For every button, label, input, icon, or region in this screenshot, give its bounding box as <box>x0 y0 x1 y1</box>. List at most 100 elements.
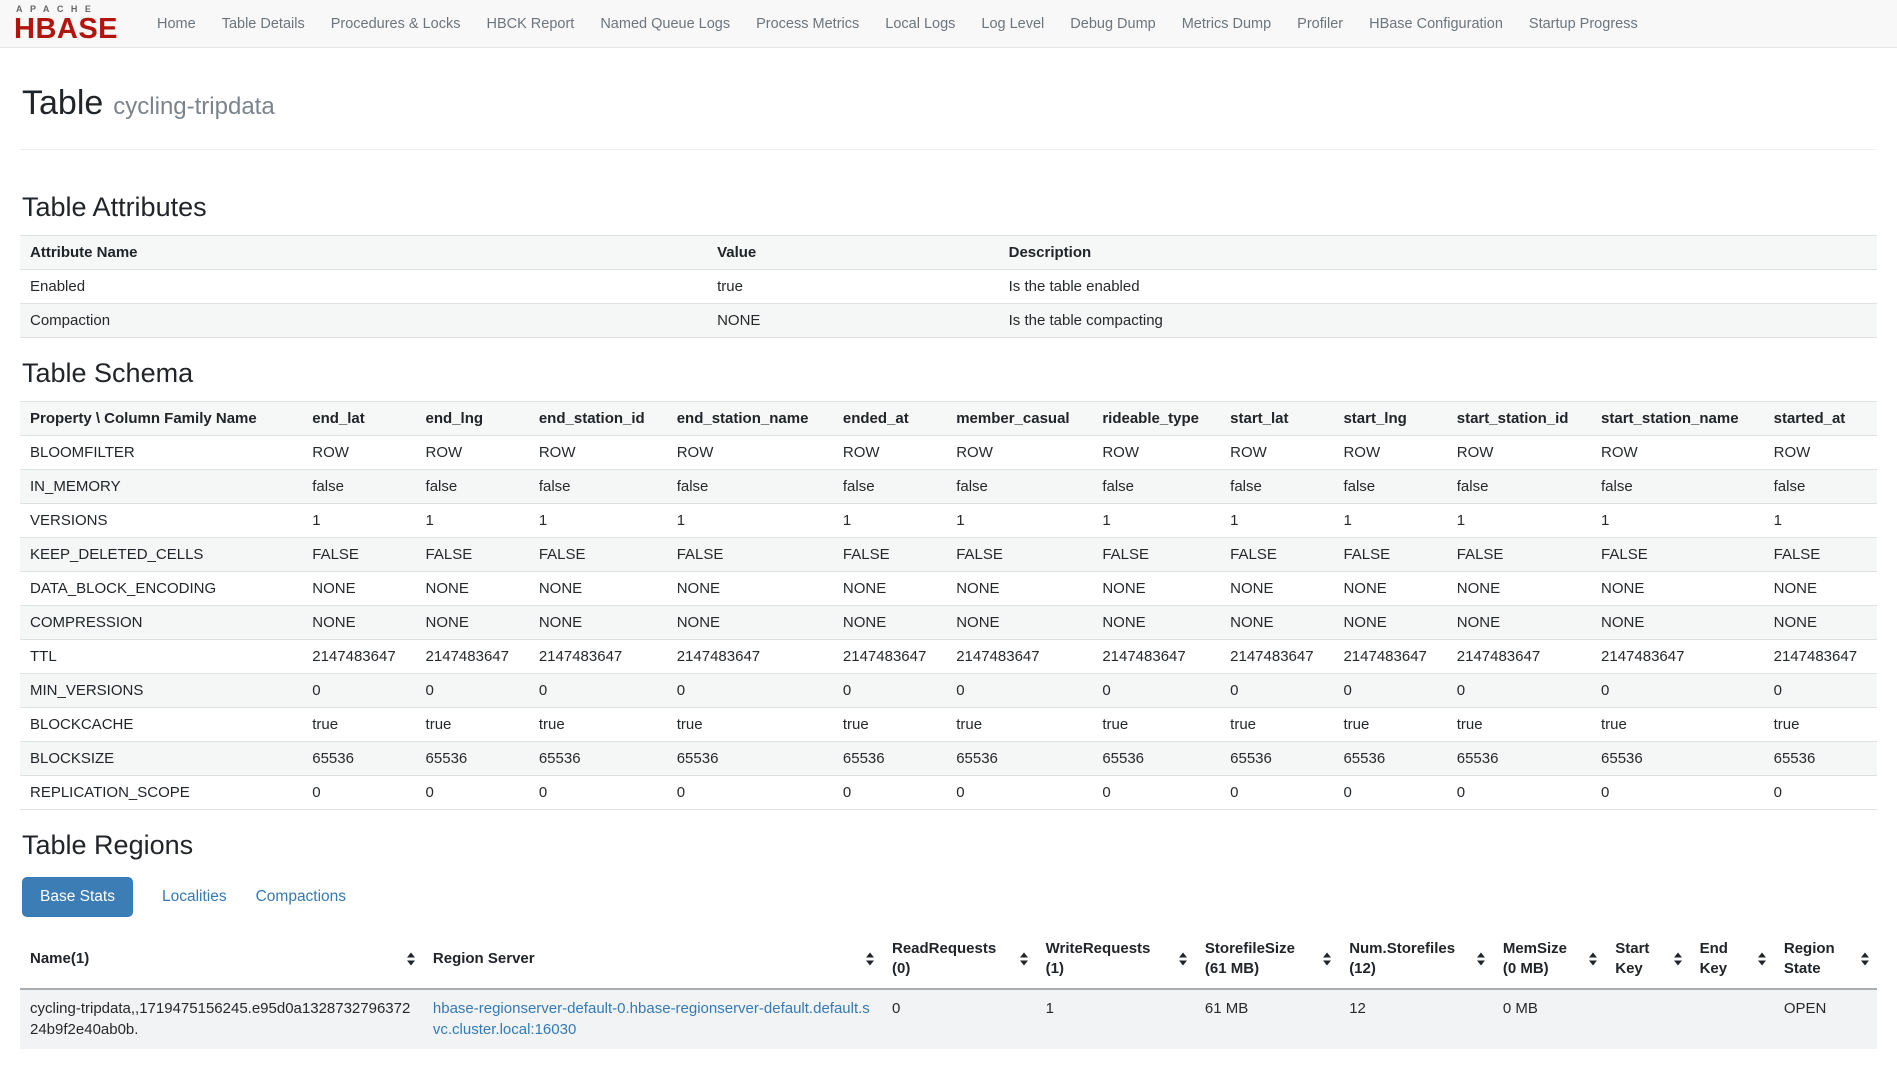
regions-cell-region-server: hbase-regionserver-default-0.hbase-regio… <box>423 989 882 1050</box>
regions-col-label: Name(1) <box>30 950 89 967</box>
regions-col-readrequests-0[interactable]: ReadRequests (0) <box>882 931 1036 989</box>
schema-value-cell: NONE <box>833 606 946 640</box>
regions-col-memsize-0-mb[interactable]: MemSize (0 MB) <box>1493 931 1605 989</box>
schema-value-cell: 65536 <box>416 742 529 776</box>
schema-value-cell: NONE <box>529 606 667 640</box>
sort-up-arrow <box>1179 953 1187 958</box>
regions-col-writerequests-1[interactable]: WriteRequests (1) <box>1036 931 1195 989</box>
nav-item-local-logs[interactable]: Local Logs <box>872 16 968 32</box>
sort-down-arrow <box>1020 961 1028 966</box>
nav-item-hbck-report[interactable]: HBCK Report <box>473 16 587 32</box>
sort-up-arrow <box>1589 953 1597 958</box>
nav-item-log-level[interactable]: Log Level <box>968 16 1057 32</box>
schema-value-cell: ROW <box>946 436 1092 470</box>
schema-value-cell: 2147483647 <box>667 640 833 674</box>
attr-name-cell: Enabled <box>20 270 707 304</box>
schema-value-cell: 0 <box>1447 776 1591 810</box>
schema-value-cell: 0 <box>416 674 529 708</box>
nav-item-process-metrics[interactable]: Process Metrics <box>743 16 872 32</box>
tab-localities[interactable]: Localities <box>162 888 227 906</box>
nav-item-hbase-configuration[interactable]: HBase Configuration <box>1356 16 1516 32</box>
regions-col-num-storefiles-12[interactable]: Num.Storefiles (12) <box>1339 931 1493 989</box>
nav-item-named-queue-logs[interactable]: Named Queue Logs <box>587 16 743 32</box>
regions-col-region-state[interactable]: Region State <box>1774 931 1877 989</box>
schema-value-cell: true <box>302 708 415 742</box>
schema-value-cell: 0 <box>1220 776 1333 810</box>
nav-item-startup-progress[interactable]: Startup Progress <box>1516 16 1651 32</box>
schema-value-cell: 1 <box>1764 504 1877 538</box>
schema-value-cell: 65536 <box>1764 742 1877 776</box>
table-row: KEEP_DELETED_CELLSFALSEFALSEFALSEFALSEFA… <box>20 538 1877 572</box>
schema-property-cell: BLOCKCACHE <box>20 708 302 742</box>
sort-up-arrow <box>1323 953 1331 958</box>
regions-col-start-key[interactable]: Start Key <box>1605 931 1689 989</box>
schema-value-cell: FALSE <box>302 538 415 572</box>
sort-icon <box>1323 953 1331 966</box>
schema-value-cell: 1 <box>302 504 415 538</box>
regions-cell-start-key <box>1605 989 1689 1050</box>
schema-value-cell: 0 <box>1447 674 1591 708</box>
table-row: CompactionNONEIs the table compacting <box>20 304 1877 338</box>
schema-value-cell: 65536 <box>667 742 833 776</box>
schema-corner-header: Property \ Column Family Name <box>20 402 302 436</box>
nav-item-metrics-dump[interactable]: Metrics Dump <box>1169 16 1284 32</box>
sort-down-arrow <box>1477 961 1485 966</box>
schema-value-cell: 0 <box>833 776 946 810</box>
schema-value-cell: ROW <box>1220 436 1333 470</box>
sort-down-arrow <box>1674 961 1682 966</box>
schema-family-end-station-id: end_station_id <box>529 402 667 436</box>
schema-value-cell: ROW <box>667 436 833 470</box>
schema-value-cell: NONE <box>1591 572 1764 606</box>
table-row: DATA_BLOCK_ENCODINGNONENONENONENONENONEN… <box>20 572 1877 606</box>
schema-value-cell: NONE <box>1092 572 1220 606</box>
schema-value-cell: 0 <box>1092 674 1220 708</box>
schema-value-cell: 0 <box>302 674 415 708</box>
schema-value-cell: 0 <box>1333 776 1446 810</box>
schema-property-cell: KEEP_DELETED_CELLS <box>20 538 302 572</box>
table-regions: Name(1) Region ServerReadRequests (0)Writ… <box>20 931 1877 1049</box>
regions-col-end-key[interactable]: End Key <box>1690 931 1774 989</box>
regions-cell-readrequests-0: 0 <box>882 989 1036 1050</box>
schema-value-cell: false <box>946 470 1092 504</box>
regions-cell-end-key <box>1690 989 1774 1050</box>
sort-down-arrow <box>1758 961 1766 966</box>
schema-value-cell: NONE <box>416 606 529 640</box>
schema-value-cell: 1 <box>1333 504 1446 538</box>
nav-item-procedures-locks[interactable]: Procedures & Locks <box>318 16 474 32</box>
sort-up-arrow <box>1861 953 1869 958</box>
nav-item-profiler[interactable]: Profiler <box>1284 16 1356 32</box>
table-schema-header: Property \ Column Family Nameend_latend_… <box>20 402 1877 436</box>
region-server-link[interactable]: hbase-regionserver-default-0.hbase-regio… <box>433 1000 870 1039</box>
hbase-logo[interactable]: APACHE HBASE <box>14 5 118 44</box>
schema-value-cell: false <box>667 470 833 504</box>
schema-value-cell: true <box>1333 708 1446 742</box>
sort-down-arrow <box>1861 961 1869 966</box>
schema-value-cell: false <box>1092 470 1220 504</box>
schema-value-cell: 0 <box>1591 776 1764 810</box>
schema-value-cell: 0 <box>529 776 667 810</box>
regions-col-label: StorefileSize (61 MB) <box>1205 940 1295 977</box>
sort-icon <box>1674 953 1682 966</box>
regions-tabs: Base Stats Localities Compactions <box>22 877 1877 917</box>
schema-value-cell: false <box>1220 470 1333 504</box>
schema-value-cell: NONE <box>1591 606 1764 640</box>
schema-value-cell: true <box>833 708 946 742</box>
schema-family-ended-at: ended_at <box>833 402 946 436</box>
schema-value-cell: 65536 <box>529 742 667 776</box>
regions-col-label: MemSize (0 MB) <box>1503 940 1567 977</box>
nav-item-debug-dump[interactable]: Debug Dump <box>1057 16 1168 32</box>
tab-compactions[interactable]: Compactions <box>256 888 346 906</box>
regions-col-storefilesize-61-mb[interactable]: StorefileSize (61 MB) <box>1195 931 1339 989</box>
schema-value-cell: 1 <box>416 504 529 538</box>
schema-value-cell: true <box>1447 708 1591 742</box>
nav-item-home[interactable]: Home <box>144 16 209 32</box>
schema-value-cell: 0 <box>529 674 667 708</box>
table-row: VERSIONS111111111111 <box>20 504 1877 538</box>
nav-item-table-details[interactable]: Table Details <box>209 16 318 32</box>
regions-col-label: End Key <box>1700 940 1728 977</box>
regions-col-region-server[interactable]: Region Server <box>423 931 882 989</box>
tab-base-stats[interactable]: Base Stats <box>22 877 133 917</box>
schema-value-cell: true <box>1591 708 1764 742</box>
regions-col-name-1[interactable]: Name(1) <box>20 931 423 989</box>
schema-property-cell: TTL <box>20 640 302 674</box>
